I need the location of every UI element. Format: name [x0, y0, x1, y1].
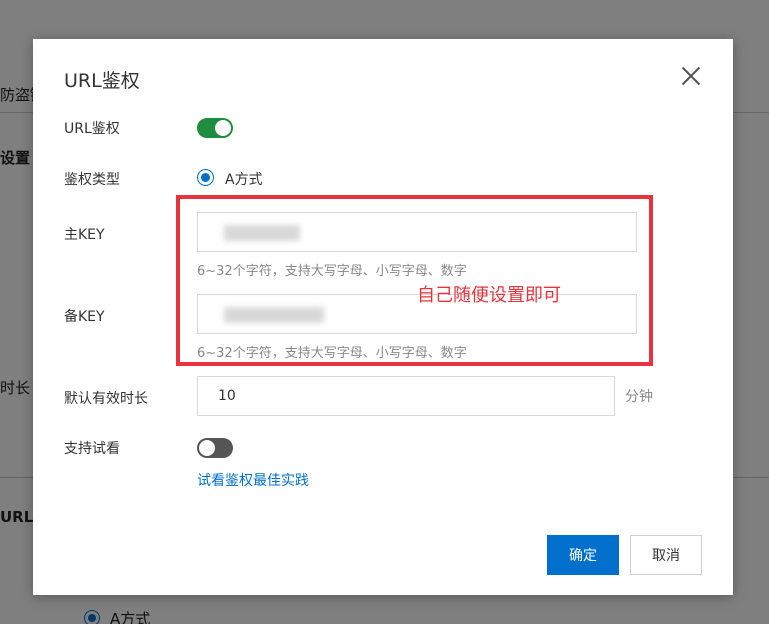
annotation-box: [176, 195, 653, 366]
primary-key-label: 主KEY: [64, 227, 105, 243]
url-auth-label: URL鉴权: [64, 121, 120, 137]
toggle-knob: [215, 120, 231, 136]
dialog-title: URL鉴权: [64, 70, 140, 92]
duration-value: 10: [218, 388, 236, 404]
duration-label: 默认有效时长: [64, 391, 148, 407]
confirm-button[interactable]: 确定: [547, 535, 619, 575]
url-auth-dialog: URL鉴权 URL鉴权 鉴权类型 A方式 主KEY 6~32个字符，支持大写字母…: [33, 39, 733, 595]
backup-key-label: 备KEY: [64, 309, 105, 325]
trial-label: 支持试看: [64, 441, 120, 457]
trial-best-practice-link[interactable]: 试看鉴权最佳实践: [197, 470, 309, 490]
duration-input[interactable]: 10: [197, 376, 615, 416]
toggle-knob: [199, 440, 215, 456]
duration-unit: 分钟: [625, 389, 653, 405]
auth-type-label: 鉴权类型: [64, 172, 120, 188]
auth-type-radio[interactable]: [197, 169, 214, 186]
url-auth-toggle[interactable]: [197, 118, 233, 138]
close-icon[interactable]: [678, 63, 704, 89]
trial-toggle[interactable]: [197, 438, 233, 458]
cancel-button[interactable]: 取消: [630, 535, 702, 575]
auth-type-option-label: A方式: [225, 172, 263, 188]
annotation-text: 自己随便设置即可: [417, 285, 561, 306]
